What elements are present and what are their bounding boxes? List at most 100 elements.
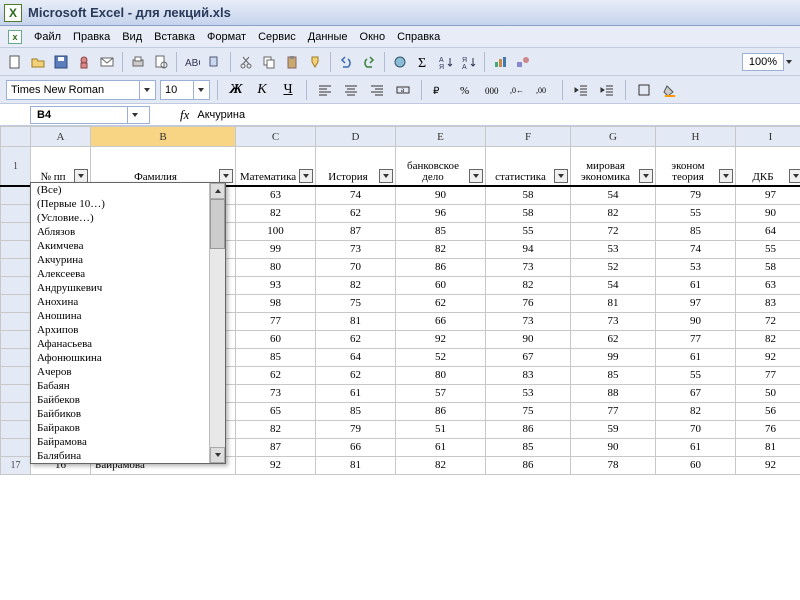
- dropdown-item[interactable]: Байбеков: [31, 393, 209, 407]
- cell[interactable]: 61: [396, 438, 486, 456]
- filter-button[interactable]: [379, 169, 393, 183]
- cell[interactable]: 58: [736, 258, 800, 276]
- cell[interactable]: 58: [486, 204, 571, 222]
- filter-button[interactable]: [639, 169, 653, 183]
- cell[interactable]: 80: [236, 258, 316, 276]
- cell[interactable]: 56: [736, 402, 800, 420]
- dropdown-item[interactable]: Акимчева: [31, 239, 209, 253]
- cell[interactable]: 72: [571, 222, 656, 240]
- cell[interactable]: 61: [316, 384, 396, 402]
- cell[interactable]: 79: [316, 420, 396, 438]
- row-header[interactable]: [1, 240, 31, 258]
- cell[interactable]: 90: [571, 438, 656, 456]
- cell[interactable]: 63: [236, 186, 316, 204]
- cell[interactable]: 82: [571, 204, 656, 222]
- cell[interactable]: 87: [236, 438, 316, 456]
- row-header[interactable]: [1, 276, 31, 294]
- header-cell[interactable]: статистика: [486, 147, 571, 187]
- cell[interactable]: 88: [571, 384, 656, 402]
- cell[interactable]: 85: [316, 402, 396, 420]
- row-header[interactable]: [1, 330, 31, 348]
- cell[interactable]: 73: [486, 258, 571, 276]
- dropdown-item[interactable]: (Все): [31, 183, 209, 197]
- cell[interactable]: 77: [656, 330, 736, 348]
- cell[interactable]: 62: [316, 330, 396, 348]
- cell[interactable]: 82: [316, 276, 396, 294]
- cell[interactable]: 92: [396, 330, 486, 348]
- percent-button[interactable]: %: [455, 79, 477, 101]
- increase-indent-button[interactable]: [596, 79, 618, 101]
- row-header[interactable]: [1, 384, 31, 402]
- column-header[interactable]: H: [656, 127, 736, 147]
- cell[interactable]: 100: [236, 222, 316, 240]
- dropdown-item[interactable]: Акчурина: [31, 253, 209, 267]
- cell[interactable]: 60: [396, 276, 486, 294]
- underline-button[interactable]: Ч: [277, 79, 299, 101]
- cell[interactable]: 67: [486, 348, 571, 366]
- cell[interactable]: 81: [316, 312, 396, 330]
- dropdown-item[interactable]: Бабаян: [31, 379, 209, 393]
- row-header[interactable]: [1, 258, 31, 276]
- dropdown-item[interactable]: (Первые 10…): [31, 197, 209, 211]
- header-cell[interactable]: Математика: [236, 147, 316, 187]
- print-button[interactable]: [127, 51, 149, 73]
- menu-format[interactable]: Формат: [207, 31, 246, 43]
- header-cell[interactable]: № пп: [31, 147, 91, 187]
- cell[interactable]: 73: [316, 240, 396, 258]
- cell[interactable]: 62: [316, 204, 396, 222]
- cell[interactable]: 74: [316, 186, 396, 204]
- dropdown-scrollbar[interactable]: [209, 183, 225, 463]
- borders-button[interactable]: [633, 79, 655, 101]
- cell[interactable]: 82: [736, 330, 800, 348]
- cell[interactable]: 99: [236, 240, 316, 258]
- filter-button[interactable]: [74, 169, 88, 183]
- paste-button[interactable]: [281, 51, 303, 73]
- cell[interactable]: 98: [236, 294, 316, 312]
- cell[interactable]: 67: [656, 384, 736, 402]
- column-header[interactable]: A: [31, 127, 91, 147]
- header-cell[interactable]: мировая экономика: [571, 147, 656, 187]
- cell[interactable]: 55: [656, 204, 736, 222]
- row-header[interactable]: [1, 222, 31, 240]
- cell[interactable]: 59: [571, 420, 656, 438]
- cell[interactable]: 62: [396, 294, 486, 312]
- menu-insert[interactable]: Вставка: [154, 31, 195, 43]
- cell[interactable]: 77: [571, 402, 656, 420]
- filter-button[interactable]: [219, 169, 233, 183]
- cell[interactable]: 76: [486, 294, 571, 312]
- menu-edit[interactable]: Правка: [73, 31, 110, 43]
- print-preview-button[interactable]: [150, 51, 172, 73]
- font-size-input[interactable]: [161, 81, 193, 99]
- column-header[interactable]: I: [736, 127, 800, 147]
- dropdown-item[interactable]: Алексеева: [31, 267, 209, 281]
- cell[interactable]: 75: [316, 294, 396, 312]
- cell[interactable]: 82: [396, 456, 486, 474]
- chart-wizard-button[interactable]: [489, 51, 511, 73]
- cell[interactable]: 92: [236, 456, 316, 474]
- row-header[interactable]: [1, 186, 31, 204]
- cell[interactable]: 82: [236, 420, 316, 438]
- cell[interactable]: 73: [571, 312, 656, 330]
- cell[interactable]: 83: [736, 294, 800, 312]
- cut-button[interactable]: [235, 51, 257, 73]
- cell[interactable]: 90: [736, 204, 800, 222]
- formula-value[interactable]: Акчурина: [197, 109, 800, 121]
- column-header[interactable]: D: [316, 127, 396, 147]
- hyperlink-button[interactable]: [389, 51, 411, 73]
- currency-button[interactable]: ₽: [429, 79, 451, 101]
- cell[interactable]: 82: [396, 240, 486, 258]
- cell[interactable]: 92: [736, 348, 800, 366]
- cell[interactable]: 85: [486, 438, 571, 456]
- cell[interactable]: 81: [316, 456, 396, 474]
- cell[interactable]: 58: [486, 186, 571, 204]
- cell[interactable]: 62: [571, 330, 656, 348]
- scroll-thumb[interactable]: [210, 199, 225, 249]
- column-header[interactable]: F: [486, 127, 571, 147]
- align-left-button[interactable]: [314, 79, 336, 101]
- cell[interactable]: 57: [396, 384, 486, 402]
- row-header[interactable]: [1, 348, 31, 366]
- column-header[interactable]: C: [236, 127, 316, 147]
- cell[interactable]: 97: [736, 186, 800, 204]
- autofilter-dropdown[interactable]: (Все)(Первые 10…)(Условие…)АблязовАкимче…: [30, 182, 226, 464]
- cell[interactable]: 55: [736, 240, 800, 258]
